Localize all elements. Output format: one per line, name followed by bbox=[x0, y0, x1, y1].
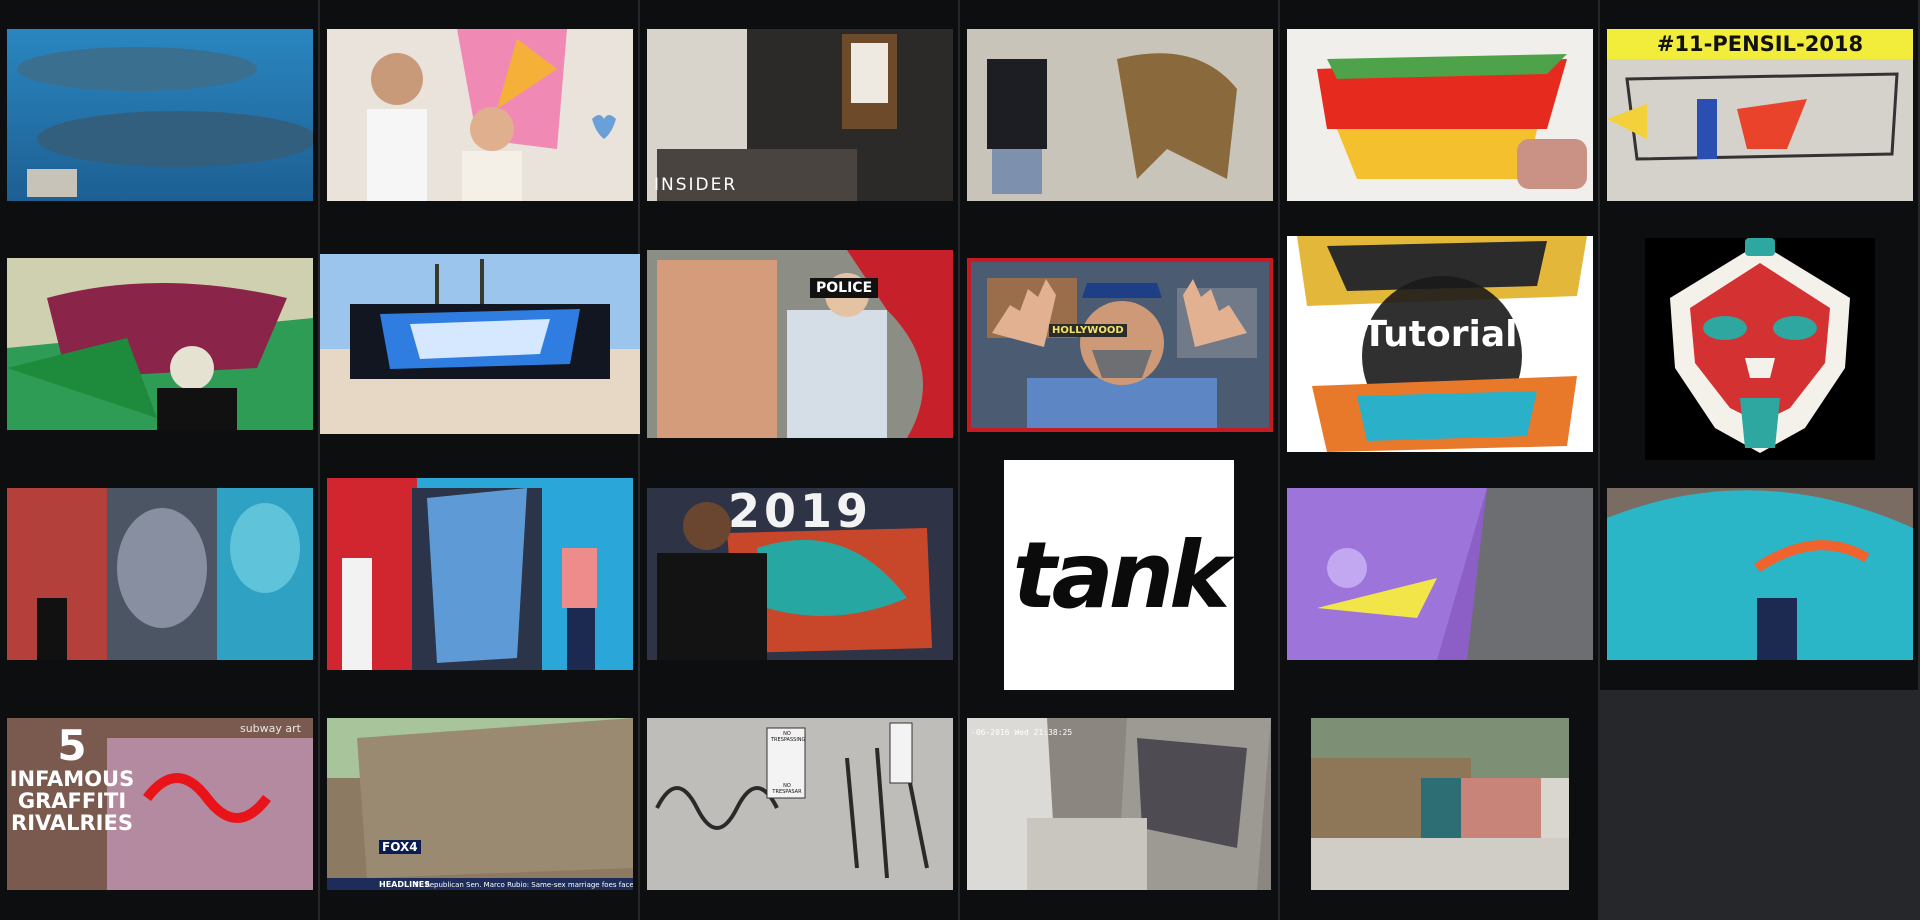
rivalries-count: 5 bbox=[57, 721, 87, 770]
rivalries-line-3: GRAFFITI bbox=[17, 789, 127, 814]
thumbnail-lion-murals[interactable] bbox=[7, 488, 313, 660]
thumbnail-pensil-wall[interactable]: #11-PENSIL-2018 bbox=[1607, 29, 1913, 201]
year-title: 2019 bbox=[727, 488, 873, 538]
news-station-logo: FOX4 bbox=[379, 840, 421, 854]
thumbnail-family-masks[interactable] bbox=[327, 29, 633, 201]
thumbnail-beach-wall[interactable] bbox=[320, 254, 640, 434]
thumbnail-spray-arc[interactable] bbox=[1607, 488, 1913, 660]
thumbnail-police-encounter[interactable]: POLICE bbox=[647, 250, 953, 438]
no-trespassing-sign: NO TRESPASSING bbox=[771, 731, 806, 743]
insider-watermark: INSIDER bbox=[654, 175, 738, 195]
thumbnail-hyena-mural[interactable] bbox=[967, 29, 1273, 201]
thumbnail-cctv-tunnel[interactable]: -06-2016 Wed 21:38:25 bbox=[967, 718, 1271, 890]
rivalries-line-2: INFAMOUS bbox=[9, 767, 135, 792]
tank-wordmark: tank bbox=[1012, 522, 1231, 629]
thumbnail-tagged-walls[interactable]: NO TRESPASSING NO TRESPASAR bbox=[647, 718, 953, 890]
thumbnail-graffiti-rivalries[interactable]: 5 INFAMOUS GRAFFITI RIVALRIES subway art bbox=[7, 718, 313, 890]
thumbnail-painting-wall[interactable] bbox=[327, 478, 633, 670]
thumbnail-auction-shredded-painting[interactable]: INSIDER bbox=[647, 29, 953, 201]
thumbnail-street-wall[interactable] bbox=[1311, 718, 1569, 890]
thumbnail-3d-graffiti[interactable] bbox=[7, 258, 313, 430]
hollywood-sign: HOLLYWOOD bbox=[1049, 324, 1127, 337]
rivalries-line-4: RIVALRIES bbox=[11, 811, 133, 836]
news-ticker: FL Republican Sen. Marco Rubio: Same-sex… bbox=[415, 881, 633, 889]
thumbnail-graffiti-tutorial[interactable]: Tutorial bbox=[1287, 236, 1593, 452]
no-trespasar-sign: NO TRESPASAR bbox=[772, 783, 802, 795]
pensil-banner: #11-PENSIL-2018 bbox=[1607, 29, 1913, 59]
thumbnail-mask-vlogger[interactable]: HOLLYWOOD bbox=[967, 258, 1273, 432]
thumbnail-whale-mural[interactable] bbox=[7, 29, 313, 201]
subway-art-label: subway art bbox=[239, 722, 301, 735]
thumbnail-graffiti-sketch[interactable] bbox=[1287, 29, 1593, 201]
thumbnail-tank-logo[interactable]: tank bbox=[1004, 460, 1234, 690]
thumbnail-lion-logo[interactable] bbox=[1645, 238, 1875, 460]
tutorial-title: Tutorial bbox=[1362, 314, 1518, 355]
police-cap-label: POLICE bbox=[810, 278, 879, 298]
video-thumbnail-grid: INSIDER #11-PENSIL-2018 POLICE HOLLYWOOD… bbox=[0, 0, 1920, 920]
cctv-timestamp: -06-2016 Wed 21:38:25 bbox=[971, 728, 1073, 737]
thumbnail-2019-painting[interactable]: 2019 bbox=[647, 488, 953, 660]
thumbnail-news-fence[interactable]: FOX4 HEADLINES FL Republican Sen. Marco … bbox=[327, 718, 633, 890]
thumbnail-purple-piece[interactable] bbox=[1287, 488, 1593, 660]
